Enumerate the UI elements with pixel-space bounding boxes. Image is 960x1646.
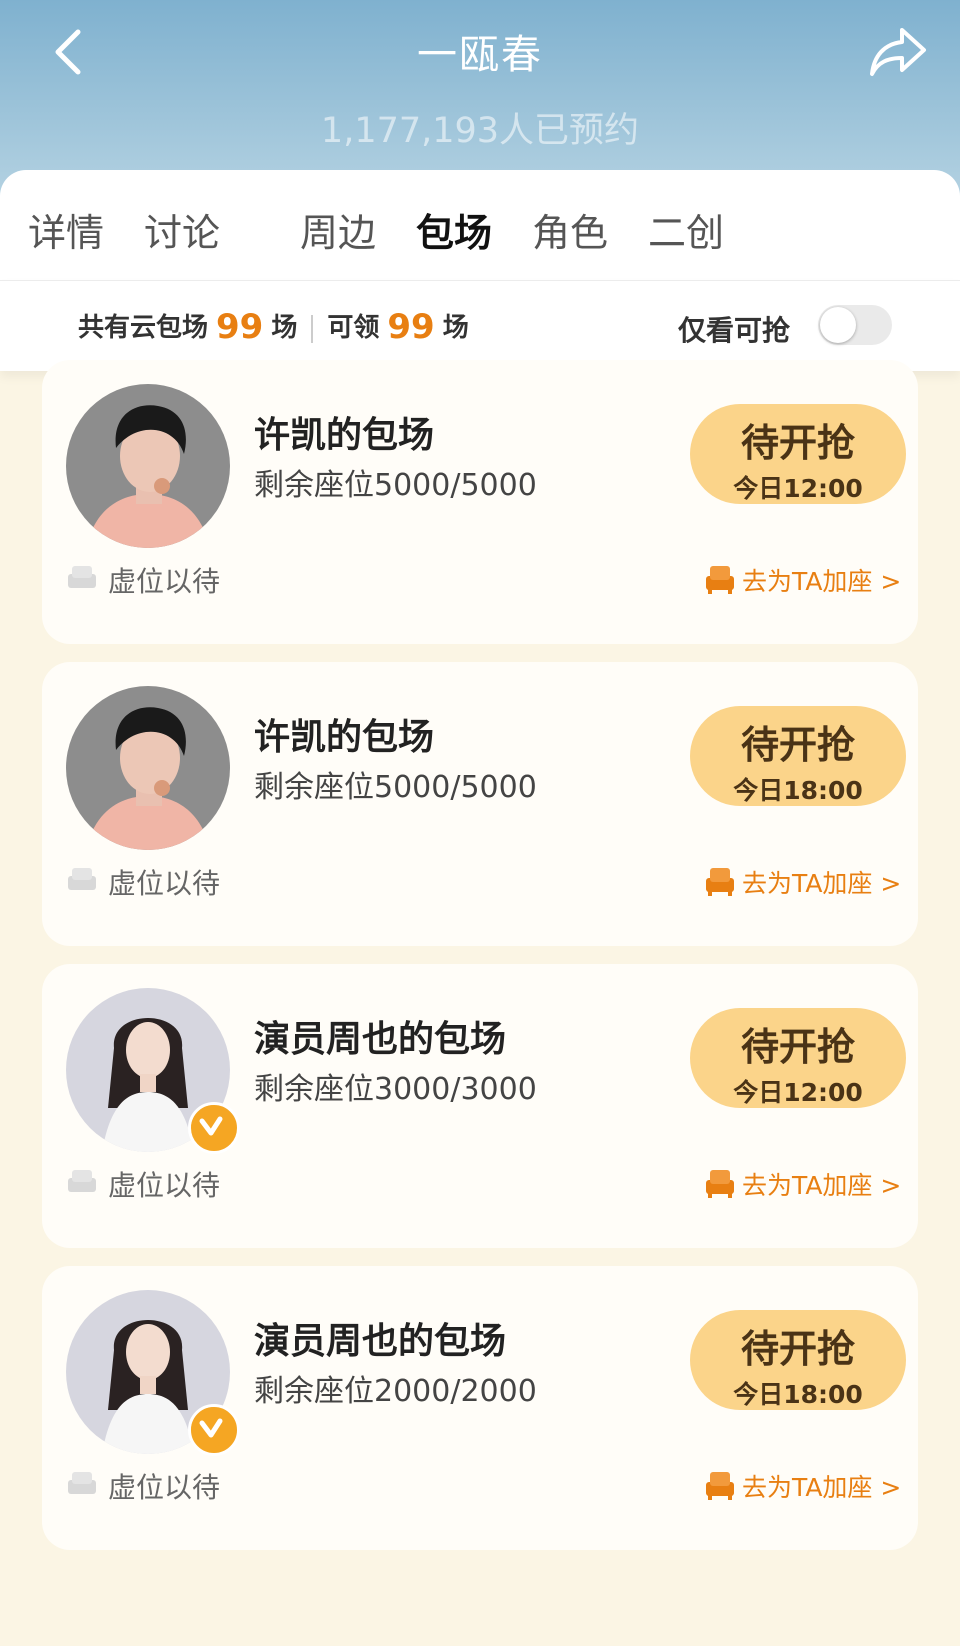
verified-badge-icon	[188, 1102, 240, 1154]
add-seat-link[interactable]: 去为TA加座 >	[704, 1164, 901, 1200]
screening-card[interactable]: 许凯的包场剩余座位5000/5000 待开抢今日12:00 虚位以待 去为TA加座 >	[42, 360, 918, 644]
screening-card[interactable]: 演员周也的包场剩余座位3000/3000 待开抢今日12:00 虚位以待 去为TA加座…	[42, 964, 918, 1248]
verified-badge-icon	[188, 1404, 240, 1456]
tab-merch[interactable]: 周边	[300, 202, 376, 257]
screening-summary-bar: 共有云包场 99 场可领 99 场 仅看可抢	[0, 280, 960, 371]
card-title: 演员周也的包场	[254, 1321, 507, 1362]
claimable-prefix: 可领	[327, 313, 380, 343]
add-seat-label: 去为TA加座 >	[742, 567, 902, 596]
remaining-seats: 剩余座位5000/5000	[254, 770, 537, 805]
card-title: 许凯的包场	[254, 717, 435, 758]
empty-seat-icon	[68, 1170, 96, 1192]
remaining-seats: 剩余座位2000/2000	[254, 1374, 537, 1409]
tab-private-screening[interactable]: 包场	[416, 202, 492, 257]
grab-button[interactable]: 待开抢今日12:00	[690, 404, 906, 504]
seat-icon	[706, 1170, 734, 1198]
empty-seat-icon	[68, 868, 96, 890]
page-title: 一瓯春	[417, 32, 543, 78]
grab-button-label: 待开抢	[740, 1025, 855, 1069]
grab-button-label: 待开抢	[740, 421, 855, 465]
add-seat-label: 去为TA加座 >	[742, 1171, 902, 1200]
empty-seat-icon	[68, 566, 96, 588]
grab-button-label: 待开抢	[740, 1327, 855, 1371]
claimable-unit: 场	[442, 313, 469, 343]
add-seat-link[interactable]: 去为TA加座 >	[704, 560, 901, 596]
seat-icon	[706, 868, 734, 896]
grab-button-label: 待开抢	[740, 723, 855, 767]
toggle-knob	[820, 307, 856, 343]
host-avatar[interactable]	[66, 686, 230, 850]
summary-prefix: 共有云包场	[78, 313, 209, 343]
add-seat-link[interactable]: 去为TA加座 >	[704, 1466, 901, 1502]
grab-time: 今日18:00	[733, 776, 863, 805]
add-seat-label: 去为TA加座 >	[742, 869, 902, 898]
tab-bar: 详情 讨论 周边 包场 角色 二创	[0, 170, 960, 280]
claimable-count: 99	[387, 307, 435, 347]
summary-divider	[311, 314, 314, 343]
empty-seat-label: 虚位以待	[108, 1471, 221, 1504]
grab-time: 今日12:00	[733, 474, 863, 503]
add-seat-label: 去为TA加座 >	[742, 1473, 902, 1502]
seat-icon	[706, 566, 734, 594]
add-seat-link[interactable]: 去为TA加座 >	[704, 862, 901, 898]
filter-toggle-label: 仅看可抢	[677, 314, 790, 347]
reservation-count: 1,177,193人已预约	[320, 111, 640, 151]
remaining-seats: 剩余座位3000/3000	[254, 1072, 537, 1107]
screening-card[interactable]: 演员周也的包场剩余座位2000/2000 待开抢今日18:00 虚位以待 去为TA加座…	[42, 1266, 918, 1550]
grab-button[interactable]: 待开抢今日12:00	[690, 1008, 906, 1108]
remaining-seats: 剩余座位5000/5000	[254, 468, 537, 503]
host-avatar[interactable]	[66, 384, 230, 548]
screening-card[interactable]: 许凯的包场剩余座位5000/5000 待开抢今日18:00 虚位以待 去为TA加座 >	[42, 662, 918, 946]
empty-seat-label: 虚位以待	[108, 867, 221, 900]
grab-button[interactable]: 待开抢今日18:00	[690, 1310, 906, 1410]
summary-unit: 场	[271, 313, 298, 343]
share-icon[interactable]	[866, 20, 930, 84]
seat-icon	[706, 1472, 734, 1500]
summary-total: 99	[216, 307, 264, 347]
empty-seat-label: 虚位以待	[108, 1169, 221, 1202]
grab-button[interactable]: 待开抢今日18:00	[690, 706, 906, 806]
grab-time: 今日12:00	[733, 1078, 863, 1107]
tab-details[interactable]: 详情	[28, 202, 104, 257]
empty-seat-icon	[68, 1472, 96, 1494]
filter-toggle[interactable]	[818, 305, 892, 345]
card-title: 许凯的包场	[254, 415, 435, 456]
summary-text: 共有云包场 99 场可领 99 场	[78, 305, 469, 347]
card-title: 演员周也的包场	[254, 1019, 507, 1060]
tab-characters[interactable]: 角色	[532, 202, 608, 257]
empty-seat-label: 虚位以待	[108, 565, 221, 598]
tab-fan-creations[interactable]: 二创	[648, 202, 724, 257]
grab-time: 今日18:00	[733, 1380, 863, 1409]
tab-discussion[interactable]: 讨论	[144, 202, 220, 257]
